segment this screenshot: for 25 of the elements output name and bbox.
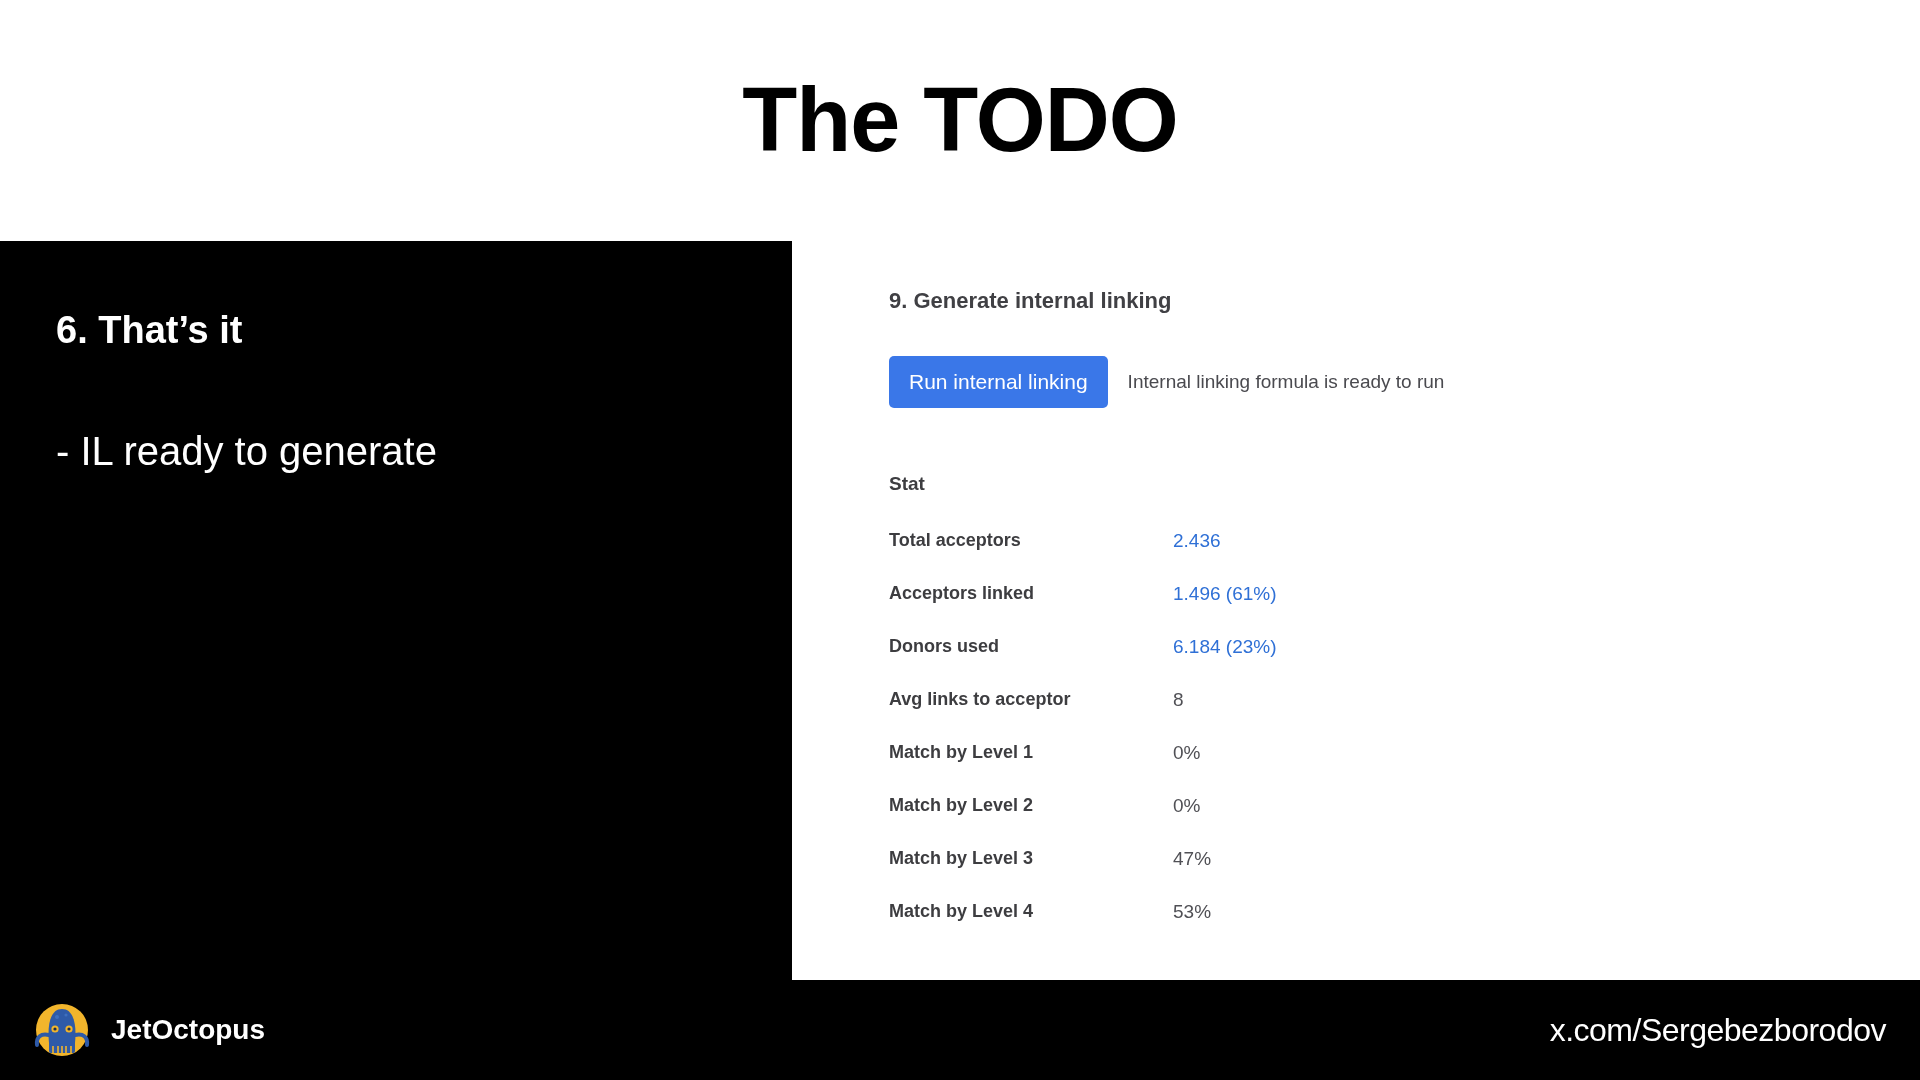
- stat-label: Total acceptors: [889, 530, 1021, 551]
- bullet-text: - IL ready to generate: [56, 428, 437, 475]
- step-heading: 6. That’s it: [56, 308, 243, 353]
- stat-heading: Stat: [889, 472, 925, 496]
- run-button[interactable]: Run internal linking: [889, 356, 1108, 408]
- section-title: 9. Generate internal linking: [889, 287, 1172, 315]
- slide-title: The TODO: [742, 71, 1178, 170]
- stat-label: Match by Level 1: [889, 742, 1034, 763]
- social-handle: x.com/Sergebezborodov: [1549, 1011, 1886, 1049]
- stat-link[interactable]: 2.436: [1173, 529, 1221, 552]
- stat-value: 53%: [1173, 900, 1212, 923]
- stat-label: Avg links to acceptor: [889, 689, 1071, 710]
- stat-label: Match by Level 2: [889, 795, 1034, 816]
- stat-label: Acceptors linked: [889, 583, 1035, 604]
- stat-value: 47%: [1173, 847, 1212, 870]
- stat-label: Match by Level 4: [889, 901, 1034, 922]
- stat-value: 0%: [1173, 741, 1201, 764]
- stat-link[interactable]: 1.496 (61%): [1173, 582, 1277, 605]
- status-text: Internal linking formula is ready to run: [1127, 371, 1445, 393]
- stat-link[interactable]: 6.184 (23%): [1173, 635, 1277, 658]
- stat-label: Match by Level 3: [889, 848, 1034, 869]
- stat-value: 8: [1173, 688, 1184, 711]
- brand-name: JetOctopus: [111, 1014, 266, 1046]
- stat-value: 0%: [1173, 794, 1201, 817]
- stat-label: Donors used: [889, 636, 999, 657]
